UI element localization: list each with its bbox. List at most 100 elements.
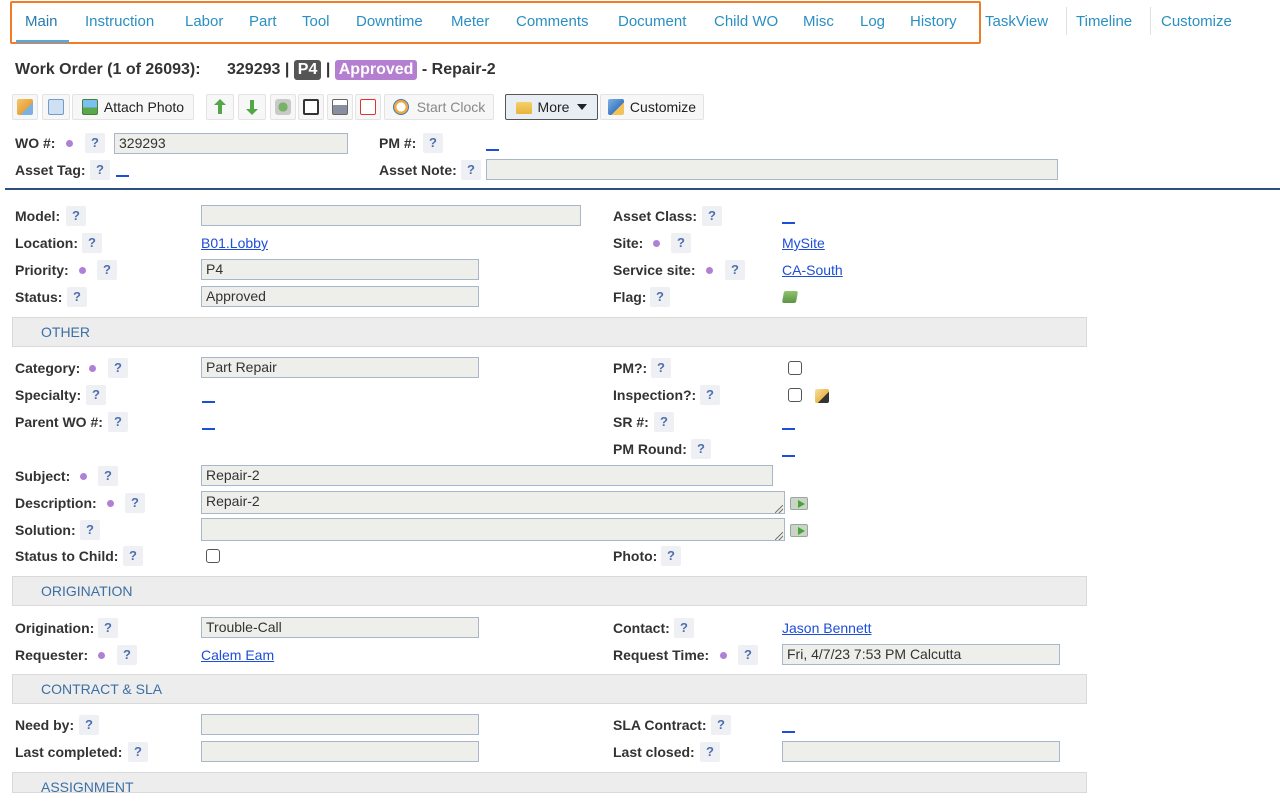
pencil-icon[interactable] (815, 389, 829, 403)
help-icon[interactable]: ? (700, 385, 720, 405)
asset-class-link[interactable] (782, 222, 795, 224)
help-icon[interactable]: ? (79, 715, 99, 735)
attach-photo-button[interactable]: Attach Photo (72, 94, 194, 120)
help-icon[interactable]: ? (738, 645, 758, 665)
site-label: Site: (613, 235, 644, 251)
section-other: OTHER (12, 317, 1087, 347)
help-icon[interactable]: ? (423, 133, 443, 153)
help-icon[interactable]: ? (661, 546, 681, 566)
pm-checkbox[interactable] (788, 361, 802, 375)
more-dropdown-button[interactable]: More (505, 94, 598, 120)
contact-link[interactable]: Jason Bennett (782, 618, 872, 638)
origination-field[interactable]: Trouble-Call (201, 617, 479, 638)
tab-misc[interactable]: Misc (803, 13, 834, 35)
tab-labor[interactable]: Labor (185, 13, 223, 35)
help-icon[interactable]: ? (691, 439, 711, 459)
expand-arrow-icon[interactable] (790, 524, 808, 537)
asset-note-field[interactable] (486, 159, 1058, 180)
pm-round-link[interactable] (782, 455, 795, 457)
help-icon[interactable]: ? (128, 742, 148, 762)
expand-arrow-icon[interactable] (790, 497, 808, 510)
category-field[interactable]: Part Repair (201, 357, 479, 378)
tab-tool[interactable]: Tool (302, 13, 330, 35)
help-icon[interactable]: ? (90, 160, 110, 180)
tab-comments[interactable]: Comments (516, 13, 589, 35)
tab-timeline[interactable]: Timeline (1076, 13, 1132, 35)
help-icon[interactable]: ? (86, 385, 106, 405)
flag-icon[interactable] (781, 291, 799, 303)
tab-instruction[interactable]: Instruction (85, 13, 154, 35)
service-site-link[interactable]: CA-South (782, 260, 843, 280)
help-icon[interactable]: ? (66, 206, 86, 226)
requester-link[interactable]: Calem Eam (201, 645, 274, 665)
tab-part[interactable]: Part (249, 13, 277, 35)
start-clock-button[interactable]: Start Clock (384, 94, 494, 120)
help-icon[interactable]: ? (654, 412, 674, 432)
previous-record-button[interactable] (206, 94, 234, 120)
tab-meter[interactable]: Meter (451, 13, 489, 35)
help-icon[interactable]: ? (98, 618, 118, 638)
asset-tag-link[interactable] (116, 175, 129, 177)
help-icon[interactable]: ? (85, 133, 105, 153)
start-clock-label: Start Clock (416, 99, 486, 115)
solution-textarea[interactable] (201, 518, 785, 541)
description-textarea[interactable]: Repair-2 (201, 491, 785, 514)
specialty-link[interactable] (202, 401, 215, 403)
help-icon[interactable]: ? (67, 287, 87, 307)
tab-child-wo[interactable]: Child WO (714, 13, 778, 35)
tab-downtime[interactable]: Downtime (356, 13, 423, 35)
tab-main[interactable]: Main (25, 13, 58, 35)
help-icon[interactable]: ? (674, 618, 694, 638)
copy-button[interactable] (42, 94, 70, 120)
tab-log[interactable]: Log (860, 13, 885, 35)
tab-customize[interactable]: Customize (1161, 13, 1232, 35)
pm-number-link[interactable] (486, 149, 499, 151)
tab-taskview[interactable]: TaskView (985, 13, 1048, 35)
help-icon[interactable]: ? (123, 546, 143, 566)
resize-handle[interactable] (775, 532, 783, 540)
status-to-child-checkbox[interactable] (206, 549, 220, 563)
delete-button[interactable] (298, 94, 324, 120)
location-link[interactable]: B01.Lobby (201, 233, 268, 253)
sr-number-link[interactable] (782, 428, 795, 430)
pdf-button[interactable] (355, 94, 381, 120)
copy-icon (48, 99, 64, 115)
help-icon[interactable]: ? (702, 206, 722, 226)
tab-history[interactable]: History (910, 13, 957, 35)
priority-field[interactable]: P4 (201, 259, 479, 280)
print-button[interactable] (327, 94, 353, 120)
request-time-field[interactable]: Fri, 4/7/23 7:53 PM Calcutta (782, 644, 1060, 665)
help-icon[interactable]: ? (108, 358, 128, 378)
parent-wo-link[interactable] (202, 428, 215, 430)
help-icon[interactable]: ? (97, 260, 117, 280)
status-field[interactable]: Approved (201, 286, 479, 307)
next-record-button[interactable] (238, 94, 266, 120)
help-icon[interactable]: ? (125, 493, 145, 513)
sla-contract-link[interactable] (782, 731, 795, 733)
help-icon[interactable]: ? (98, 466, 118, 486)
resize-handle[interactable] (775, 505, 783, 513)
help-icon[interactable]: ? (82, 233, 102, 253)
last-completed-field[interactable] (201, 741, 479, 762)
tab-document[interactable]: Document (618, 13, 686, 35)
help-icon[interactable]: ? (651, 358, 671, 378)
site-link[interactable]: MySite (782, 233, 825, 253)
model-field[interactable] (201, 205, 581, 226)
help-icon[interactable]: ? (711, 715, 731, 735)
subject-field[interactable]: Repair-2 (201, 465, 773, 486)
help-icon[interactable]: ? (700, 742, 720, 762)
wo-number-field[interactable]: 329293 (114, 133, 348, 154)
help-icon[interactable]: ? (671, 233, 691, 253)
help-icon[interactable]: ? (80, 520, 100, 540)
need-by-field[interactable] (201, 714, 479, 735)
help-icon[interactable]: ? (650, 287, 670, 307)
edit-button[interactable] (12, 94, 38, 120)
help-icon[interactable]: ? (117, 645, 137, 665)
refresh-button[interactable] (270, 94, 296, 120)
customize-button[interactable]: Customize (600, 94, 704, 120)
help-icon[interactable]: ? (461, 160, 481, 180)
help-icon[interactable]: ? (108, 412, 128, 432)
help-icon[interactable]: ? (725, 260, 745, 280)
last-closed-field[interactable] (782, 741, 1060, 762)
inspection-checkbox[interactable] (788, 388, 802, 402)
